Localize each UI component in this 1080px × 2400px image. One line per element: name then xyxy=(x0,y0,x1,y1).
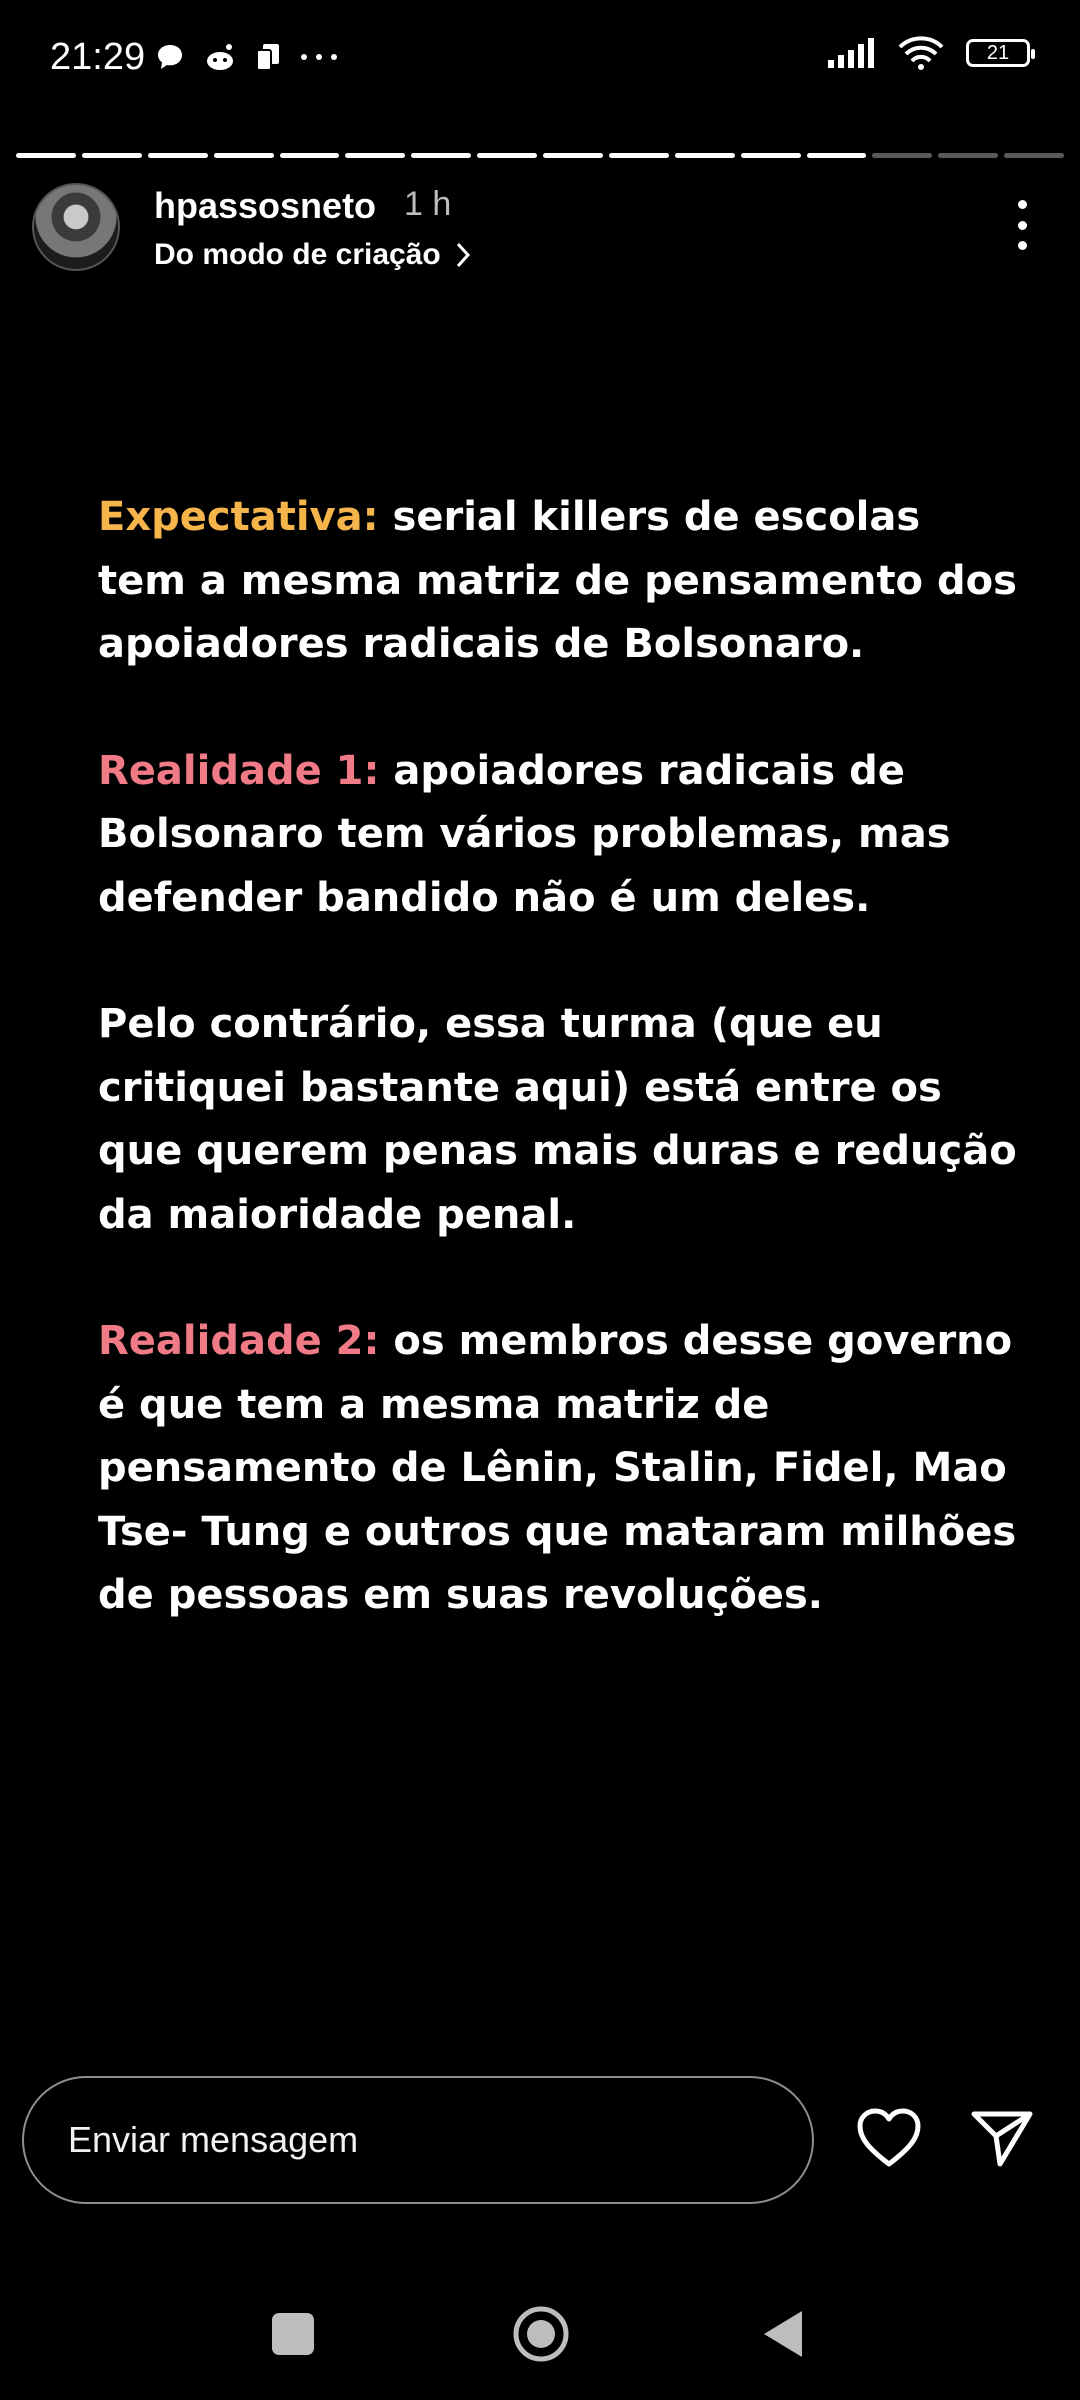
progress-segment xyxy=(806,153,867,158)
story-text: Expectativa: serial killers de escolas t… xyxy=(98,486,1018,1691)
paragraph-reality-2: Realidade 2: os membros desse governo é … xyxy=(98,1310,1018,1628)
progress-segment xyxy=(477,153,537,158)
creation-mode-link[interactable]: Do modo de criação xyxy=(154,238,471,272)
username[interactable]: hpassosneto xyxy=(154,185,376,227)
progress-segment xyxy=(740,153,801,158)
progress-segment xyxy=(279,153,340,158)
chevron-right-icon xyxy=(456,242,470,268)
more-options-icon[interactable] xyxy=(1012,200,1032,250)
progress-segment xyxy=(674,153,735,158)
progress-segment xyxy=(608,153,669,158)
progress-segment xyxy=(213,153,274,158)
copy-icon xyxy=(256,44,279,71)
reddit-icon xyxy=(207,44,233,70)
post-time: 1 h xyxy=(404,185,452,223)
more-notifications-icon xyxy=(301,54,337,60)
progress-segment xyxy=(872,153,933,158)
heart-icon[interactable] xyxy=(856,2108,922,2168)
message-input[interactable]: Enviar mensagem xyxy=(22,2076,814,2204)
status-time: 21:29 xyxy=(50,36,146,78)
paragraph-reality-1: Realidade 1: apoiadores radicais de Bols… xyxy=(98,740,1018,931)
creation-mode-label: Do modo de criação xyxy=(154,238,441,271)
message-placeholder: Enviar mensagem xyxy=(68,2119,359,2160)
story-progress-bar xyxy=(16,153,1064,158)
reality-1-label: Realidade 1: xyxy=(98,747,380,794)
system-icons: 21 xyxy=(828,36,1035,70)
paper-plane-icon[interactable] xyxy=(970,2108,1034,2168)
notification-icons xyxy=(155,42,339,72)
home-button[interactable] xyxy=(512,2305,570,2363)
avatar[interactable] xyxy=(32,183,120,271)
progress-segment xyxy=(543,153,603,158)
progress-segment xyxy=(147,153,208,158)
progress-segment xyxy=(411,153,472,158)
signal-icon xyxy=(828,38,874,68)
expectation-label: Expectativa: xyxy=(98,494,379,540)
battery-level: 21 xyxy=(986,41,1010,64)
chat-bubble-icon xyxy=(158,45,182,69)
progress-segment xyxy=(81,153,142,158)
paragraph-expectation: Expectativa: serial killers de escolas t… xyxy=(98,486,1018,677)
progress-segment xyxy=(1004,153,1064,158)
paragraph-contrary: Pelo contrário, essa turma (que eu criti… xyxy=(98,1001,1017,1238)
progress-segment xyxy=(345,153,406,158)
progress-segment xyxy=(16,153,76,158)
progress-segment xyxy=(938,153,999,158)
wifi-icon xyxy=(898,36,944,70)
status-bar: 21:29 21 xyxy=(0,0,1080,120)
battery-icon: 21 xyxy=(966,39,1035,67)
recent-apps-button[interactable] xyxy=(272,2313,314,2355)
back-button[interactable] xyxy=(762,2309,804,2359)
reality-2-label: Realidade 2: xyxy=(98,1318,380,1364)
